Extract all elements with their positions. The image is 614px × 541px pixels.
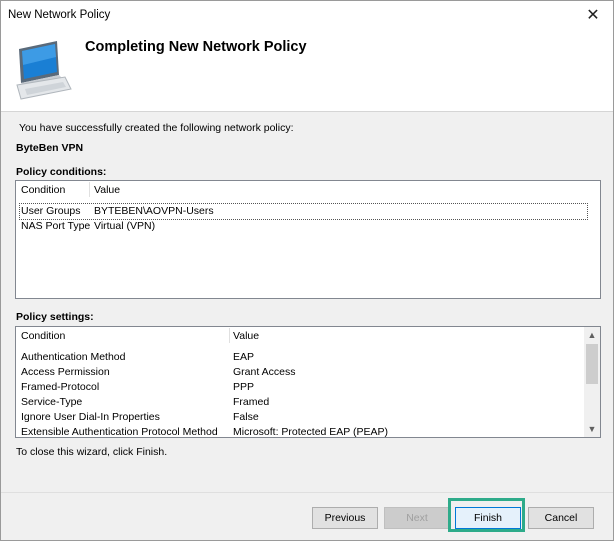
next-button[interactable]: Next: [384, 507, 450, 529]
column-header-condition[interactable]: Condition: [21, 330, 65, 342]
value-cell: Microsoft: Protected EAP (PEAP): [233, 426, 389, 438]
conditions-header: Condition Value: [16, 181, 600, 199]
table-row[interactable]: Access Permission Grant Access: [20, 365, 580, 380]
condition-cell: Extensible Authentication Protocol Metho…: [21, 426, 218, 438]
policy-name: ByteBen VPN: [16, 142, 84, 154]
column-divider[interactable]: [229, 328, 230, 343]
computer-monitor-icon: [16, 41, 72, 100]
settings-label: Policy settings:: [16, 311, 94, 323]
table-row[interactable]: NAS Port Type Virtual (VPN): [20, 219, 587, 234]
value-cell: PPP: [233, 381, 255, 393]
scroll-up-icon[interactable]: ▲: [584, 327, 600, 343]
close-hint-text: To close this wizard, click Finish.: [16, 446, 168, 458]
intro-text: You have successfully created the follow…: [19, 122, 294, 134]
value-cell: Virtual (VPN): [94, 220, 156, 232]
dialog-window: New Network Policy ✕ Completing New Netw…: [0, 0, 614, 541]
condition-cell: NAS Port Type: [21, 220, 91, 232]
table-row[interactable]: Service-Type Framed: [20, 395, 580, 410]
table-row[interactable]: Authentication Method EAP: [20, 350, 580, 365]
value-cell: Framed: [233, 396, 270, 408]
table-row[interactable]: Extensible Authentication Protocol Metho…: [20, 425, 580, 438]
scroll-down-icon[interactable]: ▼: [584, 421, 600, 437]
settings-list[interactable]: Condition Value Authentication Method EA…: [15, 326, 601, 438]
conditions-label: Policy conditions:: [16, 166, 107, 178]
scroll-thumb[interactable]: [586, 344, 598, 384]
value-cell: False: [233, 411, 259, 423]
column-header-condition[interactable]: Condition: [21, 184, 65, 196]
value-cell: Grant Access: [233, 366, 296, 378]
title-bar: New Network Policy ✕: [1, 1, 613, 31]
condition-cell: Access Permission: [21, 366, 110, 378]
previous-button[interactable]: Previous: [312, 507, 378, 529]
settings-header: Condition Value: [16, 327, 600, 345]
table-row[interactable]: Ignore User Dial-In Properties False: [20, 410, 580, 425]
close-icon[interactable]: ✕: [583, 6, 603, 26]
wizard-header: Completing New Network Policy: [1, 31, 613, 112]
conditions-list[interactable]: Condition Value User Groups BYTEBEN\AOVP…: [15, 180, 601, 299]
condition-cell: Framed-Protocol: [21, 381, 100, 393]
table-row[interactable]: User Groups BYTEBEN\AOVPN-Users: [19, 203, 588, 220]
column-header-value[interactable]: Value: [94, 184, 120, 196]
window-title: New Network Policy: [8, 9, 111, 21]
condition-cell: User Groups: [21, 205, 81, 217]
settings-scrollbar[interactable]: ▲ ▼: [584, 327, 600, 437]
condition-cell: Authentication Method: [21, 351, 126, 363]
condition-cell: Service-Type: [21, 396, 83, 408]
condition-cell: Ignore User Dial-In Properties: [21, 411, 160, 423]
table-row[interactable]: Framed-Protocol PPP: [20, 380, 580, 395]
page-title: Completing New Network Policy: [85, 39, 307, 55]
column-divider[interactable]: [89, 182, 90, 197]
column-header-value[interactable]: Value: [233, 330, 259, 342]
value-cell: BYTEBEN\AOVPN-Users: [94, 205, 214, 217]
cancel-button[interactable]: Cancel: [528, 507, 594, 529]
finish-button[interactable]: Finish: [455, 507, 521, 529]
value-cell: EAP: [233, 351, 255, 363]
